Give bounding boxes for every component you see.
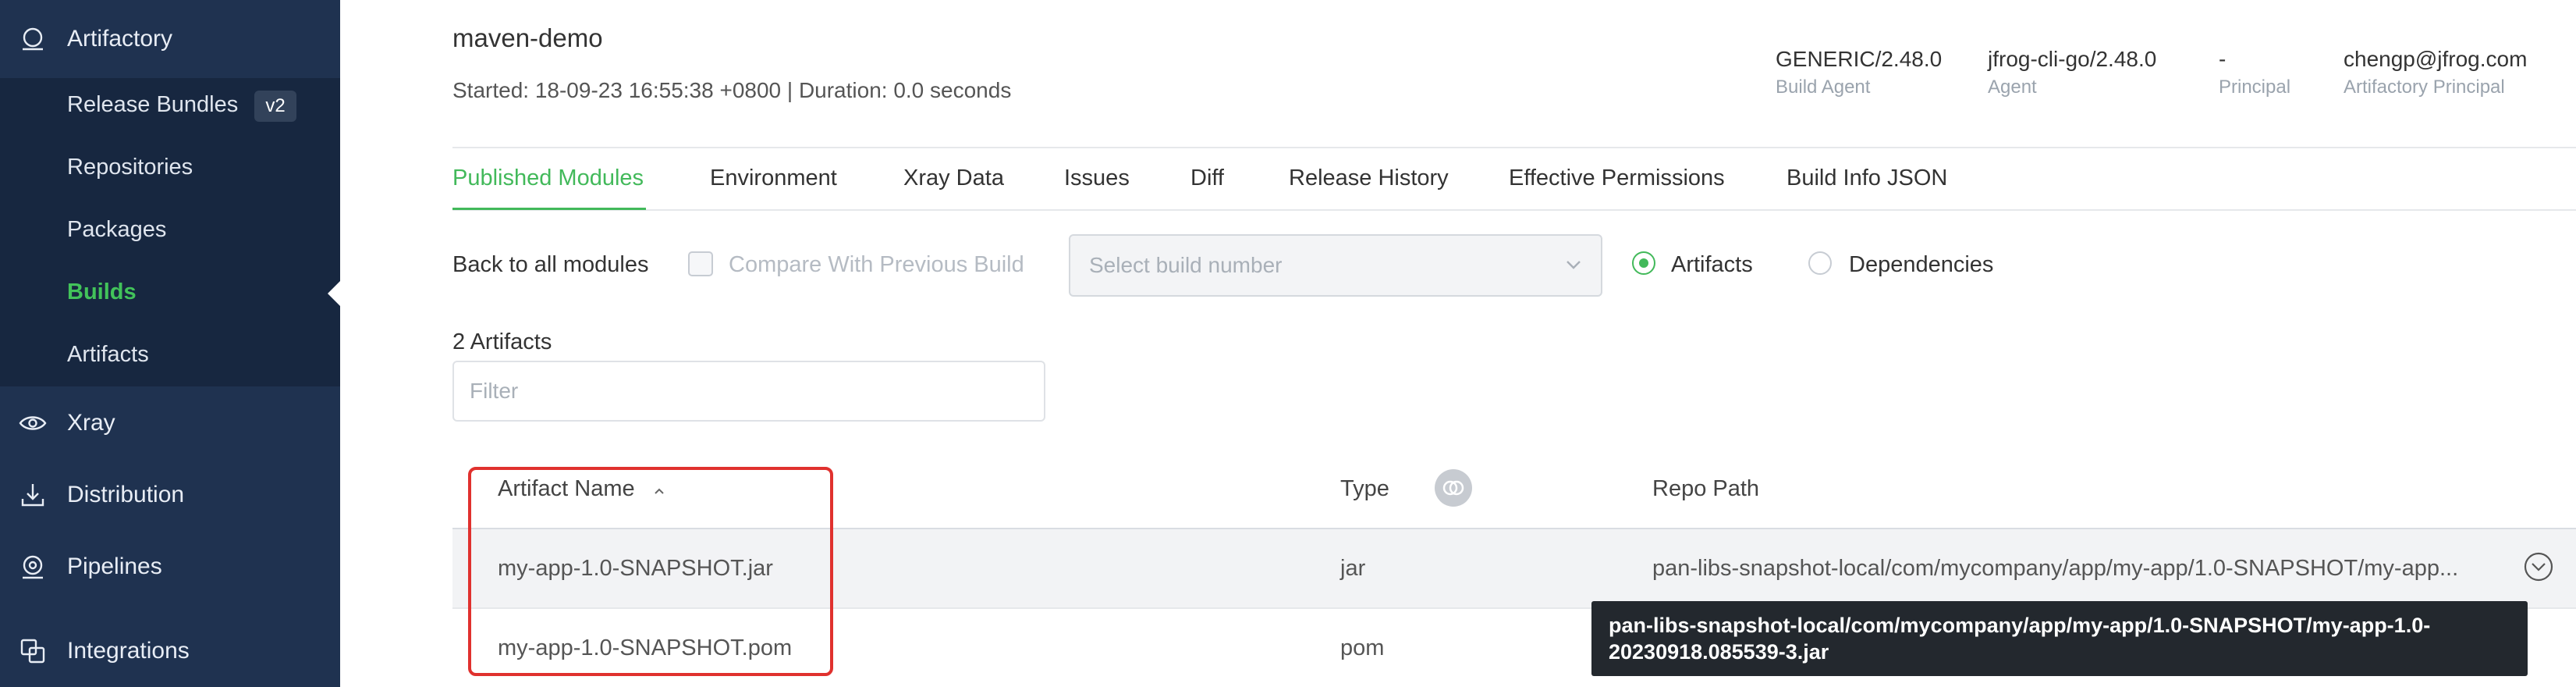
meta-key: Principal	[2219, 77, 2291, 98]
tab-published-modules[interactable]: Published Modules	[452, 166, 644, 191]
sidebar-item-packages[interactable]: Packages	[67, 217, 166, 243]
artifacts-radio-label: Artifacts	[1671, 252, 1753, 277]
select-placeholder: Select build number	[1089, 253, 1283, 277]
tab-issues[interactable]: Issues	[1064, 166, 1130, 191]
sidebar-item-builds[interactable]: Builds	[67, 279, 137, 305]
tab-diff[interactable]: Diff	[1190, 166, 1224, 191]
expand-row-icon[interactable]	[2523, 551, 2554, 586]
tooltip-line: 20230918.085539-3.jar	[1609, 640, 1829, 664]
back-to-modules-link[interactable]: Back to all modules	[452, 252, 648, 278]
sidebar-item-pipelines[interactable]: Pipelines	[0, 550, 340, 584]
sidebar-item-integrations[interactable]: Integrations	[0, 634, 340, 668]
meta-principal: - Principal	[2219, 47, 2290, 98]
meta-value: GENERIC/2.48.0	[1776, 47, 1943, 71]
artifact-type-cell: jar	[1340, 556, 1366, 581]
sidebar-item-label: Artifactory	[67, 26, 173, 52]
dependencies-radio[interactable]	[1808, 251, 1832, 275]
meta-key: Agent	[1988, 77, 2037, 98]
meta-build-agent: GENERIC/2.48.0 Build Agent	[1776, 47, 1942, 98]
highlight-box	[468, 467, 833, 676]
artifact-type-cell: pom	[1340, 635, 1385, 660]
build-number-select[interactable]: Select build number	[1069, 234, 1602, 297]
sidebar-item-label: Distribution	[67, 482, 185, 507]
sidebar-item-repositories[interactable]: Repositories	[67, 155, 193, 180]
active-tab-underline	[452, 208, 646, 210]
page-title: maven-demo	[452, 23, 603, 52]
sidebar-item-distribution[interactable]: Distribution	[0, 478, 340, 512]
artifactory-icon	[17, 23, 48, 55]
header-divider	[452, 147, 2576, 148]
repo-path-cell[interactable]: pan-libs-snapshot-local/com/mycompany/ap…	[1652, 556, 2458, 582]
filter-input[interactable]	[452, 361, 1045, 422]
sidebar-item-xray[interactable]: Xray	[0, 406, 340, 440]
meta-artifactory-principal: chengp@jfrog.com Artifactory Principal	[2344, 47, 2527, 98]
column-settings-icon[interactable]	[1434, 468, 1473, 511]
sidebar-item-release-bundles[interactable]: Release Bundles	[67, 92, 238, 118]
meta-value: chengp@jfrog.com	[2344, 47, 2528, 71]
compare-checkbox-label: Compare With Previous Build	[729, 252, 1024, 277]
integrations-icon	[17, 635, 48, 667]
pipelines-icon	[17, 551, 48, 582]
build-summary: Started: 18-09-23 16:55:38 +0800 | Durat…	[452, 78, 1012, 102]
meta-key: Build Agent	[1776, 77, 1871, 98]
active-item-pointer	[328, 279, 342, 308]
tab-environment[interactable]: Environment	[710, 166, 837, 191]
tabs-divider	[452, 209, 2576, 211]
compare-checkbox[interactable]	[688, 251, 713, 276]
sidebar-submenu	[0, 78, 340, 386]
column-header-type[interactable]: Type	[1340, 476, 1389, 502]
download-icon	[17, 479, 48, 511]
sidebar-item-label: Pipelines	[67, 554, 162, 579]
tab-xray-data[interactable]: Xray Data	[903, 166, 1004, 191]
chevron-down-icon	[1563, 255, 1584, 279]
sidebar-item-artifactory[interactable]: Artifactory	[0, 22, 340, 56]
meta-value: -	[2219, 47, 2227, 71]
meta-agent: jfrog-cli-go/2.48.0 Agent	[1988, 47, 2156, 98]
eye-icon	[17, 408, 48, 439]
sidebar: Artifactory Release Bundles v2 Repositor…	[0, 0, 342, 687]
column-header-repo-path[interactable]: Repo Path	[1652, 476, 1759, 502]
sidebar-item-artifacts[interactable]: Artifacts	[67, 342, 149, 368]
tooltip-line: pan-libs-snapshot-local/com/mycompany/ap…	[1609, 614, 2431, 637]
sidebar-item-label: Integrations	[67, 638, 190, 664]
sidebar-item-label: Release Bundles	[67, 92, 239, 117]
version-badge: v2	[254, 91, 296, 122]
sidebar-item-label: Xray	[67, 410, 115, 436]
artifacts-radio[interactable]	[1632, 251, 1655, 275]
meta-value: jfrog-cli-go/2.48.0	[1988, 47, 2157, 71]
meta-key: Artifactory Principal	[2344, 77, 2505, 98]
repo-path-tooltip: pan-libs-snapshot-local/com/mycompany/ap…	[1591, 601, 2528, 676]
tab-effective-permissions[interactable]: Effective Permissions	[1509, 166, 1725, 191]
dependencies-radio-label: Dependencies	[1849, 252, 1994, 277]
artifact-count: 2 Artifacts	[452, 329, 552, 354]
tab-release-history[interactable]: Release History	[1289, 166, 1449, 191]
tab-build-info-json[interactable]: Build Info JSON	[1787, 166, 1947, 191]
